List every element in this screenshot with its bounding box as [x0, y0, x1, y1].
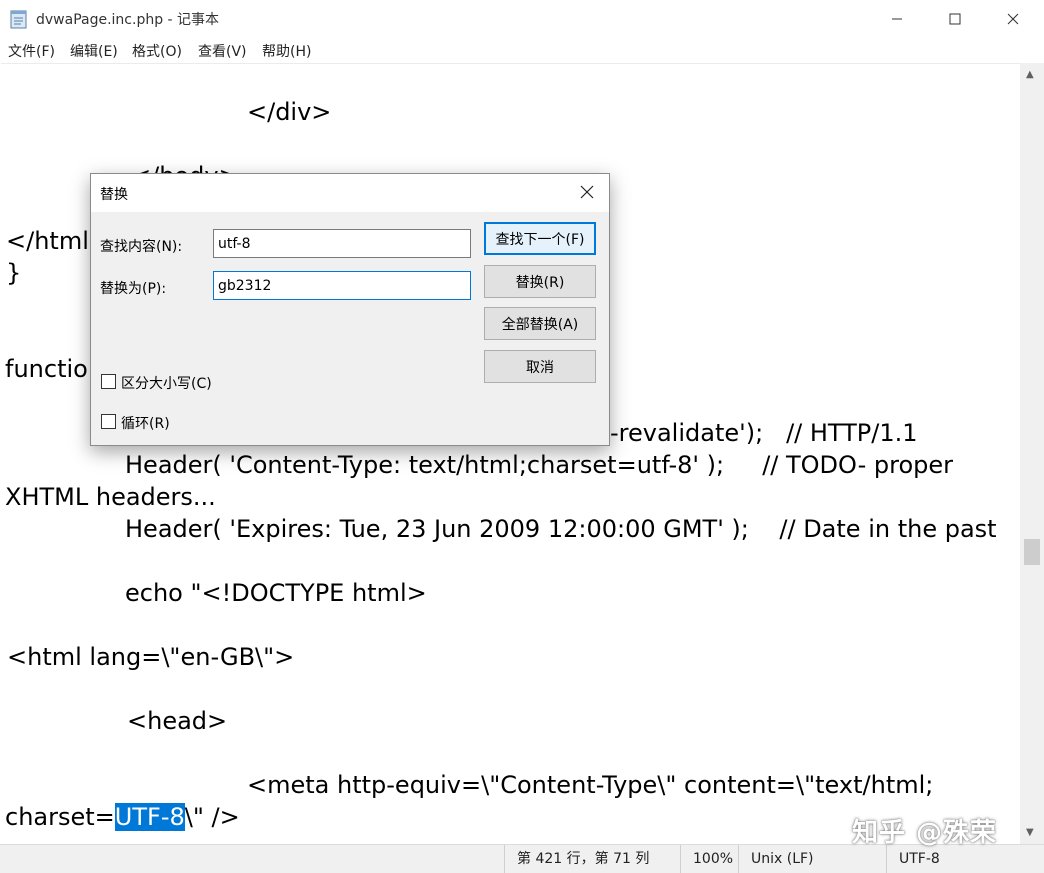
text-line: </div> [247, 98, 332, 126]
scroll-up-icon[interactable]: ▲ [1026, 69, 1034, 80]
maximize-button[interactable] [926, 0, 984, 38]
encoding: UTF-8 [886, 845, 1020, 873]
menu-bar: 文件(F) 编辑(E) 格式(O) 查看(V) 帮助(H) [0, 38, 1044, 62]
line-ending: Unix (LF) [738, 845, 886, 873]
maximize-icon [949, 10, 961, 29]
notepad-icon [10, 9, 28, 29]
match-case-label: 区分大小写(C) [121, 376, 212, 392]
minimize-icon [891, 10, 903, 29]
title-bar: dvwaPage.inc.php - 记事本 [0, 0, 1044, 38]
line-prefix: charset= [5, 803, 115, 831]
text-line: } [6, 259, 22, 287]
cancel-button[interactable]: 取消 [484, 350, 596, 383]
text-line: functio [5, 355, 88, 383]
minimize-button[interactable] [868, 0, 926, 38]
cursor-position: 第 421 行，第 71 列 [504, 845, 680, 873]
find-input[interactable] [213, 229, 471, 258]
text-line: XHTML headers... [5, 483, 216, 511]
dialog-title: 替换 [100, 187, 128, 203]
text-line: <meta http-equiv=\"Content-Type\" conten… [247, 771, 934, 799]
scroll-down-icon[interactable]: ▼ [1026, 827, 1034, 838]
replace-input[interactable] [213, 271, 471, 300]
wrap-around-label: 循环(R) [121, 416, 170, 432]
text-line: Header( 'Expires: Tue, 23 Jun 2009 12:00… [125, 515, 997, 543]
replace-dialog: 替换 查找内容(N): 替换为(P): 查找下一个(F) 替换(R) 全部替换(… [90, 173, 610, 446]
menu-edit[interactable]: 编辑(E) [70, 41, 118, 61]
dialog-title-bar: 替换 [91, 174, 609, 212]
vertical-scrollbar[interactable]: ▲ ▼ [1020, 63, 1044, 844]
menu-format[interactable]: 格式(O) [132, 41, 182, 61]
scrollbar-thumb[interactable] [1024, 539, 1040, 565]
dialog-close-button[interactable] [571, 178, 603, 208]
selected-text: UTF-8 [114, 803, 185, 831]
wrap-around-checkbox[interactable] [101, 414, 116, 429]
text-line: <html lang=\"en-GB\"> [7, 643, 295, 671]
text-line: charset=UTF-8\" /> [5, 801, 240, 833]
text-line: Header( 'Content-Type: text/html;charset… [125, 451, 954, 479]
zoom-level: 100% [680, 845, 738, 873]
line-suffix: \" /> [184, 803, 240, 831]
watermark: 知乎 @殊荣 [852, 818, 998, 848]
text-line: echo "<!DOCTYPE html> [125, 579, 427, 607]
close-icon [1007, 10, 1019, 29]
close-button[interactable] [984, 0, 1042, 38]
menu-view[interactable]: 查看(V) [198, 41, 247, 61]
text-line: </html [6, 227, 89, 255]
find-label: 查找内容(N): [100, 239, 183, 255]
match-case-checkbox[interactable] [101, 374, 116, 389]
find-next-button[interactable]: 查找下一个(F) [484, 222, 596, 255]
close-icon [580, 184, 594, 203]
replace-label: 替换为(P): [100, 281, 167, 297]
text-line: -revalidate'); // HTTP/1.1 [610, 419, 918, 447]
text-line: <head> [127, 707, 228, 735]
replace-all-button[interactable]: 全部替换(A) [484, 307, 596, 340]
window-title: dvwaPage.inc.php - 记事本 [36, 12, 220, 28]
replace-button[interactable]: 替换(R) [484, 265, 596, 298]
menu-help[interactable]: 帮助(H) [262, 41, 311, 61]
menu-file[interactable]: 文件(F) [8, 41, 55, 61]
